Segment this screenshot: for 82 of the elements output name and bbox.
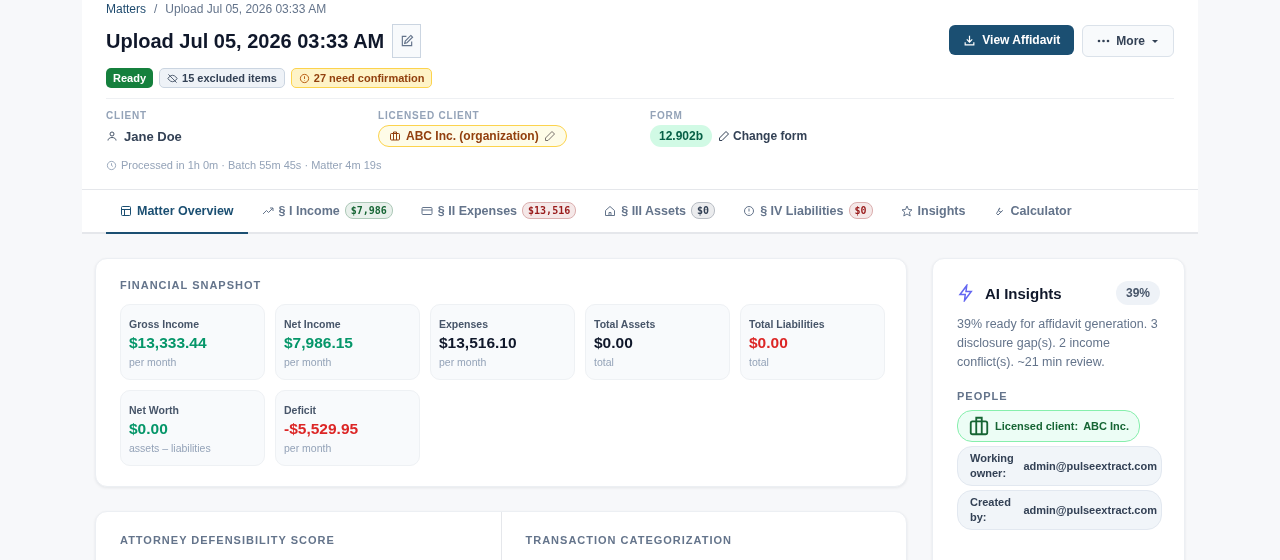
person-icon <box>106 130 118 142</box>
section-title: FINANCIAL SNAPSHOT <box>120 279 263 291</box>
metric-value: -$5,529.95 <box>284 420 360 438</box>
metric-label: Total Assets <box>594 318 657 330</box>
field-label: LICENSED CLIENT <box>378 110 481 121</box>
alert-circle-icon <box>298 72 310 84</box>
tab[interactable]: § II Expenses $13,516 <box>406 190 591 234</box>
metric-note: per month <box>284 356 333 368</box>
person-value: admin@pulseextract.com <box>1023 504 1157 516</box>
trend-icon <box>261 204 274 217</box>
metric-value: $0.00 <box>749 334 789 352</box>
section-title: TRANSACTION CATEGORIZATION <box>525 534 732 546</box>
section-title: PEOPLE <box>957 390 1009 402</box>
person-value: admin@pulseextract.com <box>1023 460 1157 472</box>
field-label: FORM <box>650 110 684 121</box>
metric-value: $13,333.44 <box>129 334 208 352</box>
processing-time: Processed in 1h 0m · Batch 55m 45s · Matter 4m 19s <box>121 159 382 171</box>
pencil-square-icon <box>399 34 414 48</box>
amount-badge: $0 <box>691 202 716 219</box>
metric-label: Net Worth <box>129 404 180 416</box>
metric-value: $0.00 <box>594 334 634 352</box>
insights-summary: 39% ready for affidavit generation. 3 disclosure gap(s). 2 income conflict(s). ~21 min review. <box>957 316 1159 371</box>
card-icon <box>420 204 433 217</box>
home-icon <box>604 204 617 217</box>
metric-note: per month <box>284 442 333 454</box>
score-badge: 39% <box>1115 281 1160 305</box>
tab[interactable]: § III Assets $0 <box>590 190 730 234</box>
pencil-icon <box>543 130 556 142</box>
amount-badge: $0 <box>848 202 873 219</box>
client-name: Jane Doe <box>124 128 182 144</box>
briefcase-icon <box>389 130 401 142</box>
breadcrumb-link[interactable]: Matters <box>106 1 146 16</box>
caret-icon <box>1151 38 1159 44</box>
breadcrumb-current: Upload Jul 05, 2026 03:33 AM <box>165 1 327 16</box>
view-affidavit-button[interactable]: View Affidavit <box>949 25 1075 55</box>
status-badge: Ready <box>106 68 154 88</box>
person-label: Licensed client: <box>995 420 1079 432</box>
lightning-icon <box>957 284 975 302</box>
edit-button[interactable] <box>392 24 422 58</box>
tab[interactable]: § IV Liabilities $0 <box>729 190 887 234</box>
metric-note: per month <box>439 356 488 368</box>
briefcase-icon <box>968 415 990 437</box>
amount-badge: $7,986 <box>344 202 393 219</box>
person-label: Working owner: <box>970 451 1015 481</box>
clock-icon <box>106 159 117 171</box>
metric-label: Net Income <box>284 318 342 330</box>
metric-label: Gross Income <box>129 318 201 330</box>
more-button[interactable]: More <box>1082 25 1174 57</box>
eye-off-icon <box>167 72 179 84</box>
alert-icon <box>743 204 756 217</box>
tab[interactable]: § I Income $7,986 <box>247 190 407 234</box>
metric-value: $7,986.15 <box>284 334 354 352</box>
layout-icon <box>120 204 132 217</box>
metric-label: Deficit <box>284 404 318 416</box>
status-badge: 15 excluded items <box>159 68 285 88</box>
metric-note: total <box>749 356 770 368</box>
tab[interactable]: Matter Overview <box>106 190 248 234</box>
person-label: Created by: <box>970 495 1012 525</box>
person-value: ABC Inc. <box>1083 420 1129 432</box>
ellipsis-icon <box>1097 39 1111 43</box>
tab[interactable]: Insights <box>886 190 980 234</box>
breadcrumb-separator: / <box>154 1 158 16</box>
metric-label: Expenses <box>439 318 490 330</box>
metric-note: total <box>594 356 615 368</box>
field-label: CLIENT <box>106 110 148 121</box>
insights-title: AI Insights <box>985 284 1063 302</box>
star-icon <box>900 204 913 217</box>
change-form-button[interactable]: Change form <box>718 129 808 143</box>
page-title: Upload Jul 05, 2026 03:33 AM <box>106 29 385 53</box>
metric-value: $0.00 <box>129 420 169 438</box>
metric-note: assets – liabilities <box>129 442 212 454</box>
form-badge: 12.902b <box>650 125 713 147</box>
section-title: ATTORNEY DEFENSIBILITY SCORE <box>120 534 335 546</box>
download-icon <box>963 33 977 47</box>
pencil-icon <box>718 130 731 142</box>
licensed-client-chip[interactable]: ABC Inc. (organization) <box>378 125 567 147</box>
tab[interactable]: Calculator <box>979 190 1086 234</box>
status-badge: 27 need confirmation <box>290 68 433 88</box>
metric-value: $13,516.10 <box>439 334 518 352</box>
amount-badge: $13,516 <box>522 202 577 219</box>
metric-label: Total Liabilities <box>749 318 826 330</box>
metric-note: per month <box>129 356 178 368</box>
